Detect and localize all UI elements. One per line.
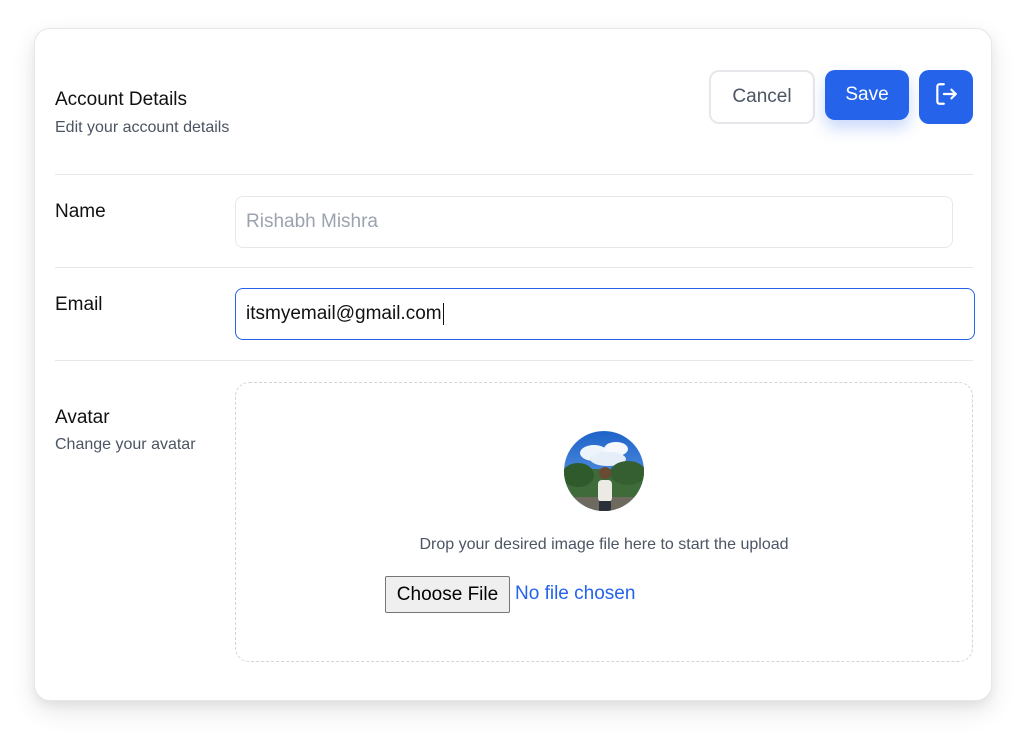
file-status-text: No file chosen: [515, 583, 636, 604]
avatar-sublabel: Change your avatar: [55, 436, 196, 453]
save-button[interactable]: Save: [825, 70, 909, 120]
name-label: Name: [55, 201, 106, 222]
page-subtitle: Edit your account details: [55, 119, 230, 136]
email-value: itsmyemail@gmail.com: [246, 303, 442, 324]
name-input[interactable]: Rishabh Mishra: [235, 196, 953, 248]
text-caret: [442, 303, 444, 325]
avatar: [564, 431, 644, 511]
avatar-label: Avatar: [55, 407, 110, 428]
divider: [55, 267, 973, 268]
avatar-dropzone[interactable]: Drop your desired image file here to sta…: [235, 382, 973, 662]
dropzone-instructions: Drop your desired image file here to sta…: [419, 536, 789, 553]
cancel-button[interactable]: Cancel: [709, 70, 815, 124]
logout-icon: [933, 81, 959, 113]
email-label: Email: [55, 294, 103, 315]
divider: [55, 174, 973, 175]
account-details-card: Account Details Edit your account detail…: [34, 28, 992, 701]
page-title: Account Details: [55, 89, 188, 110]
logout-button[interactable]: [919, 70, 973, 124]
divider: [55, 360, 973, 361]
choose-file-button[interactable]: Choose File: [385, 576, 510, 613]
email-input[interactable]: itsmyemail@gmail.com: [235, 288, 975, 340]
